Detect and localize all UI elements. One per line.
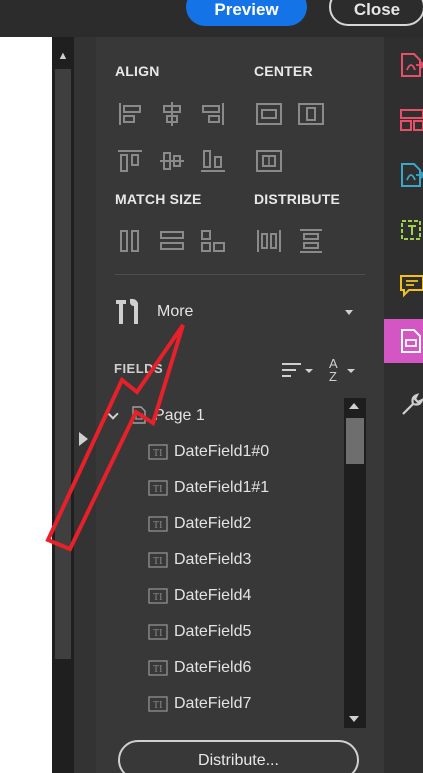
page-label: Page 1 [154,407,205,424]
svg-text:TI: TI [153,448,162,459]
create-pdf-icon [401,163,423,187]
distribute-vertically-icon[interactable] [296,226,326,256]
field-label: DateField4 [174,587,252,604]
field-label: DateField5 [174,623,252,640]
align-heading: ALIGN [115,63,160,79]
field-label: DateField7 [174,695,252,712]
text-field-icon: TI [148,624,168,640]
tree-field-item[interactable]: TI DateField1#1 [96,470,344,506]
align-top-icon[interactable] [115,146,145,176]
panel-divider [115,274,365,275]
rail-tool-prepare-form[interactable] [384,319,423,363]
tree-field-item[interactable]: TI DateField1#0 [96,434,344,470]
distribute-button[interactable]: Distribute... [118,740,359,773]
tree-field-item[interactable]: TI DateField2 [96,506,344,542]
rail-tool-comment[interactable] [384,263,423,307]
collapse-panel-icon[interactable] [79,432,88,446]
panel-gutter [74,37,96,773]
field-label: DateField1#1 [174,479,270,496]
rail-tool-export-pdf[interactable] [384,43,423,87]
comment-icon [400,275,423,298]
tree-field-item[interactable]: TI DateField7 [96,686,344,722]
document-page [0,37,52,773]
svg-text:TI: TI [153,520,162,531]
svg-text:TI: TI [153,700,162,711]
align-bottom-icon[interactable] [198,146,228,176]
chevron-down-icon[interactable] [107,408,119,420]
center-both-icon[interactable] [254,146,284,176]
scroll-up-icon[interactable]: ▲ [55,47,71,65]
center-horizontally-icon[interactable] [254,99,284,129]
align-left-icon[interactable] [115,99,145,129]
svg-text:TI: TI [153,628,162,639]
tools-icon [116,298,138,324]
export-pdf-icon [401,53,423,77]
tree-field-item[interactable]: TI DateField6 [96,650,344,686]
more-label: More [157,303,194,320]
match-height-icon[interactable] [115,226,145,256]
chevron-down-icon [345,310,353,315]
center-vertically-icon[interactable] [296,99,326,129]
svg-text:TI: TI [153,484,162,495]
text-field-icon: TI [148,552,168,568]
text-field-icon: TI [148,480,168,496]
distribute-horizontally-icon[interactable] [254,226,284,256]
text-field-icon: TI [148,444,168,460]
align-center-horizontal-icon[interactable] [157,99,187,129]
tree-page-node[interactable]: Page 1 [96,398,344,434]
fields-heading: FIELDS [114,361,164,376]
text-field-icon: TI [148,516,168,532]
prepare-form-icon [401,329,421,353]
field-label: DateField2 [174,515,252,532]
fields-scrollbar[interactable] [344,398,366,728]
scroll-up-icon[interactable] [349,403,359,409]
align-middle-icon[interactable] [157,146,187,176]
svg-text:TI: TI [153,664,162,675]
tree-field-item[interactable]: TI DateField5 [96,614,344,650]
match-both-icon[interactable] [198,226,228,256]
sort-order-icon[interactable] [281,360,315,380]
svg-text:Z: Z [329,369,337,383]
match-width-icon[interactable] [157,226,187,256]
sort-alphabetical-icon[interactable]: A Z [327,355,359,383]
document-scrollbar[interactable]: ▲ [52,37,74,773]
text-field-icon: TI [148,660,168,676]
fields-tree: Page 1 TI DateField1#0 TI DateField1#1 T… [96,398,344,728]
tree-field-item[interactable]: TI DateField4 [96,578,344,614]
center-heading: CENTER [254,63,313,79]
svg-text:TI: TI [153,556,162,567]
field-label: DateField1#0 [174,443,270,460]
rail-tool-more-tools[interactable] [384,383,423,427]
scroll-down-icon[interactable] [349,716,359,722]
field-label: DateField3 [174,551,252,568]
align-right-icon[interactable] [198,99,228,129]
field-label: DateField6 [174,659,252,676]
close-button[interactable]: Close [329,0,423,26]
rail-tool-organize-pages[interactable] [384,98,423,142]
distribute-heading: DISTRIBUTE [254,191,340,207]
edit-pdf-icon [401,220,421,240]
more-dropdown[interactable]: More [112,294,362,330]
top-toolbar: Preview Close [0,0,423,37]
text-field-icon: TI [148,696,168,712]
more-tools-icon [402,393,423,415]
scroll-thumb[interactable] [55,69,71,659]
rail-tool-create-pdf[interactable] [384,153,423,197]
organize-pages-icon [400,109,423,131]
rail-tool-edit-pdf[interactable] [384,208,423,252]
text-field-icon: TI [148,588,168,604]
preview-button[interactable]: Preview [186,0,307,26]
page-icon [132,406,146,424]
match-size-heading: MATCH SIZE [115,191,202,207]
svg-text:TI: TI [153,592,162,603]
tree-field-item[interactable]: TI DateField3 [96,542,344,578]
scroll-thumb[interactable] [346,418,364,464]
